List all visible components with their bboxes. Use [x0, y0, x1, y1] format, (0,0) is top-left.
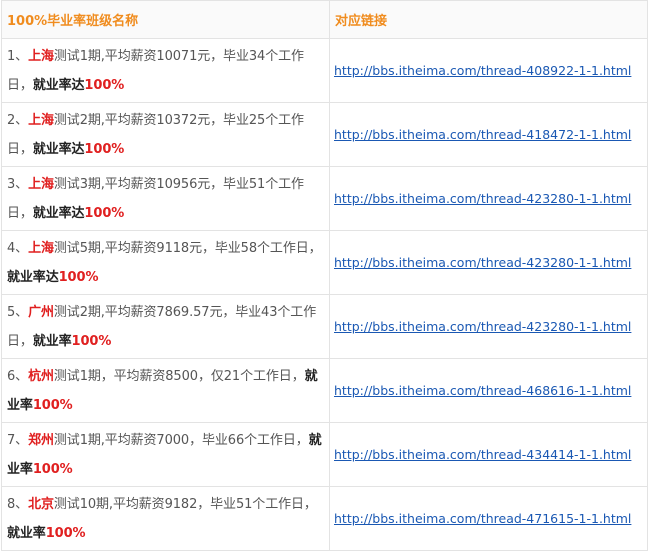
thread-link[interactable]: http://bbs.itheima.com/thread-423280-1-1… — [334, 319, 631, 334]
thread-link[interactable]: http://bbs.itheima.com/thread-423280-1-1… — [334, 191, 631, 206]
row-number: 4、 — [7, 240, 29, 256]
city-name: 上海 — [28, 48, 54, 64]
employment-rate-label: 就业率达 — [32, 141, 85, 157]
row-number: 8、 — [7, 496, 29, 512]
employment-rate-label: 就业率 — [32, 333, 72, 349]
row-number: 2、 — [7, 112, 29, 128]
city-name: 上海 — [28, 240, 54, 256]
link-cell: http://bbs.itheima.com/thread-418472-1-1… — [329, 102, 648, 167]
class-detail: 测试5期,平均薪资9118元，毕业58个工作日， — [53, 240, 322, 256]
employment-rate-label: 就业率达 — [7, 269, 59, 285]
link-cell: http://bbs.itheima.com/thread-423280-1-1… — [329, 166, 648, 231]
row-number: 1、 — [7, 48, 29, 64]
thread-link[interactable]: http://bbs.itheima.com/thread-418472-1-1… — [334, 127, 631, 142]
city-name: 北京 — [28, 496, 54, 512]
employment-rate-value: 100% — [84, 77, 125, 93]
table-row: 4、上海测试5期,平均薪资9118元，毕业58个工作日， 就业率达100% http… — [1, 230, 648, 295]
thread-link[interactable]: http://bbs.itheima.com/thread-408922-1-1… — [334, 63, 631, 78]
class-description: 1、上海测试1期,平均薪资10071元，毕业34个工作日，就业率达100% — [1, 38, 330, 103]
row-number: 5、 — [7, 304, 29, 320]
link-cell: http://bbs.itheima.com/thread-423280-1-1… — [329, 294, 648, 359]
table-row: 5、广州测试2期,平均薪资7869.57元，毕业43个工作日，就业率100% ht… — [1, 294, 648, 359]
row-number: 7、 — [7, 432, 29, 448]
class-description: 5、广州测试2期,平均薪资7869.57元，毕业43个工作日，就业率100% — [1, 294, 330, 359]
class-description: 2、上海测试2期,平均薪资10372元，毕业25个工作日，就业率达100% — [1, 102, 330, 167]
employment-rate-value: 100% — [58, 269, 99, 285]
table-row: 3、上海测试3期,平均薪资10956元，毕业51个工作日，就业率达100% htt… — [1, 166, 648, 231]
thread-link[interactable]: http://bbs.itheima.com/thread-434414-1-1… — [334, 447, 631, 462]
table-row: 7、郑州测试1期,平均薪资7000，毕业66个工作日，就业率100% http:/… — [1, 422, 648, 487]
class-description: 4、上海测试5期,平均薪资9118元，毕业58个工作日， 就业率达100% — [1, 230, 330, 295]
header-class-name: 100%毕业率班级名称 — [1, 0, 330, 39]
employment-rate-label: 就业率达 — [32, 77, 85, 93]
class-detail: 测试1期,平均薪资7000，毕业66个工作日， — [53, 432, 309, 448]
link-cell: http://bbs.itheima.com/thread-468616-1-1… — [329, 358, 648, 423]
class-description: 3、上海测试3期,平均薪资10956元，毕业51个工作日，就业率达100% — [1, 166, 330, 231]
class-description: 8、北京测试10期,平均薪资9182，毕业51个工作日， 就业率100% — [1, 486, 330, 551]
row-number: 3、 — [7, 176, 29, 192]
employment-rate-value: 100% — [32, 461, 73, 477]
class-detail: 测试10期,平均薪资9182，毕业51个工作日， — [53, 496, 317, 512]
city-name: 郑州 — [28, 432, 54, 448]
city-name: 杭州 — [28, 368, 54, 384]
table-row: 2、上海测试2期,平均薪资10372元，毕业25个工作日，就业率达100% htt… — [1, 102, 648, 167]
table-body: 1、上海测试1期,平均薪资10071元，毕业34个工作日，就业率达100% htt… — [1, 38, 648, 551]
link-cell: http://bbs.itheima.com/thread-408922-1-1… — [329, 38, 648, 103]
table-row: 1、上海测试1期,平均薪资10071元，毕业34个工作日，就业率达100% htt… — [1, 38, 648, 103]
class-description: 6、杭州测试1期，平均薪资8500，仅21个工作日，就业率100% — [1, 358, 330, 423]
table-header-row: 100%毕业率班级名称 对应链接 — [1, 0, 648, 39]
class-description: 7、郑州测试1期,平均薪资7000，毕业66个工作日，就业率100% — [1, 422, 330, 487]
thread-link[interactable]: http://bbs.itheima.com/thread-468616-1-1… — [334, 383, 631, 398]
city-name: 上海 — [28, 112, 54, 128]
employment-rate-value: 100% — [45, 525, 86, 541]
link-cell: http://bbs.itheima.com/thread-434414-1-1… — [329, 422, 648, 487]
employment-rate-value: 100% — [32, 397, 73, 413]
link-cell: http://bbs.itheima.com/thread-423280-1-1… — [329, 230, 648, 295]
table-row: 6、杭州测试1期，平均薪资8500，仅21个工作日，就业率100% http://… — [1, 358, 648, 423]
employment-rate-value: 100% — [71, 333, 112, 349]
header-link: 对应链接 — [329, 0, 648, 39]
employment-rate-label: 就业率 — [7, 525, 46, 541]
row-number: 6、 — [7, 368, 29, 384]
class-detail: 测试1期，平均薪资8500，仅21个工作日， — [53, 368, 305, 384]
employment-rate-value: 100% — [84, 141, 125, 157]
employment-rate-value: 100% — [84, 205, 125, 221]
thread-link[interactable]: http://bbs.itheima.com/thread-423280-1-1… — [334, 255, 631, 270]
link-cell: http://bbs.itheima.com/thread-471615-1-1… — [329, 486, 648, 551]
thread-link[interactable]: http://bbs.itheima.com/thread-471615-1-1… — [334, 511, 631, 526]
table-row: 8、北京测试10期,平均薪资9182，毕业51个工作日， 就业率100% http:… — [1, 486, 648, 551]
employment-rate-label: 就业率达 — [32, 205, 85, 221]
graduation-rate-table: 100%毕业率班级名称 对应链接 1、上海测试1期,平均薪资10071元，毕业3… — [1, 0, 648, 551]
city-name: 广州 — [28, 304, 54, 320]
city-name: 上海 — [28, 176, 54, 192]
